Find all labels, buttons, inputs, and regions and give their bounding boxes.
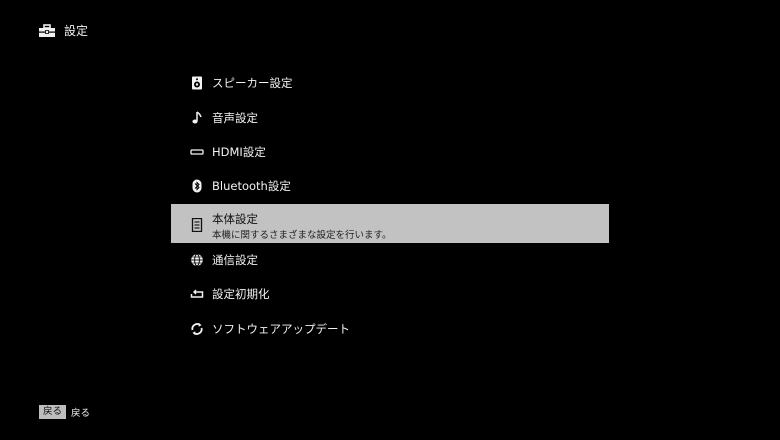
menu-item-hdmi-settings[interactable]: HDMI設定: [171, 135, 609, 169]
back-key-badge[interactable]: 戻る: [39, 405, 67, 419]
toolbox-icon: [38, 23, 56, 38]
device-icon: [190, 217, 204, 232]
globe-icon: [190, 253, 204, 267]
menu-item-description: 本機に関するさまざまな設定を行います。: [212, 229, 392, 241]
menu-item-reset-settings[interactable]: 設定初期化: [171, 277, 609, 311]
menu-item-audio-settings[interactable]: 音声設定: [171, 100, 609, 134]
menu-item-label: ソフトウェアアップデート: [212, 321, 350, 336]
menu-item-label: スピーカー設定: [212, 76, 293, 91]
back-key-label: 戻る: [71, 408, 91, 419]
page-title: 設定: [64, 24, 89, 38]
menu-item-system-settings[interactable]: 本体設定 本機に関するさまざまな設定を行います。: [171, 203, 609, 243]
bluetooth-icon: [190, 179, 204, 193]
speaker-icon: [190, 76, 204, 90]
menu-item-software-update[interactable]: ソフトウェアアップデート: [171, 311, 609, 345]
menu-item-bluetooth-settings[interactable]: Bluetooth設定: [171, 169, 609, 203]
menu-item-label: HDMI設定: [212, 144, 266, 159]
settings-menu: スピーカー設定 音声設定 HDMI設定 Bluetooth設定 本体設定 本機に…: [171, 66, 609, 346]
hdmi-icon: [190, 145, 204, 159]
footer-hint: 戻る 戻る: [39, 405, 90, 419]
menu-item-label: 本体設定: [212, 211, 258, 226]
page-header: 設定: [38, 22, 88, 39]
menu-item-label: 音声設定: [212, 110, 258, 125]
menu-item-label: 設定初期化: [212, 287, 270, 302]
music-note-icon: [190, 110, 204, 125]
menu-item-speaker-settings[interactable]: スピーカー設定: [171, 66, 609, 100]
menu-item-network-settings[interactable]: 通信設定: [171, 243, 609, 277]
update-icon: [190, 322, 204, 336]
menu-item-label: Bluetooth設定: [212, 179, 291, 194]
menu-item-label: 通信設定: [212, 252, 258, 267]
reset-icon: [190, 287, 204, 301]
